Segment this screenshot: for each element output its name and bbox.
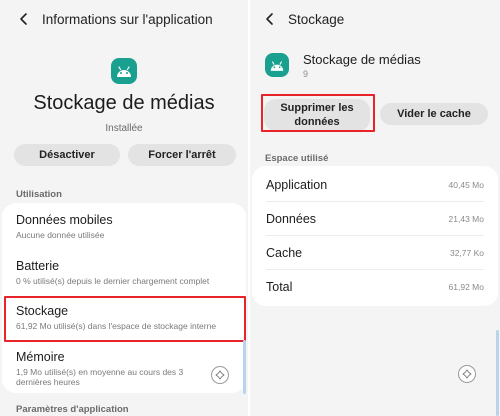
storage-usage-card: Application 40,45 Mo Données 21,43 Mo Ca… [252, 166, 498, 306]
list-item-title: Mémoire [16, 350, 65, 364]
app-status: Installée [105, 123, 143, 134]
storage-row-total: Total 61,92 Mo [266, 270, 484, 304]
scrollbar[interactable] [243, 340, 246, 394]
scrollbar[interactable] [496, 330, 499, 416]
back-arrow-icon[interactable] [12, 7, 36, 31]
storage-row-cache: Cache 32,77 Ko [266, 236, 484, 270]
back-arrow-icon[interactable] [258, 7, 282, 31]
list-item-memory[interactable]: Mémoire 1,9 Mo utilisé(s) en moyenne au … [16, 350, 206, 387]
storage-highlight-box [4, 296, 246, 342]
clear-data-highlight-box [261, 94, 375, 132]
list-item-battery[interactable]: Batterie 0 % utilisé(s) depuis le dernie… [16, 259, 232, 286]
storage-row-data: Données 21,43 Mo [266, 202, 484, 236]
storage-row-value: 61,92 Mo [448, 282, 484, 292]
app-name-heading: Stockage de médias [33, 92, 215, 114]
list-item-subtitle: 1,9 Mo utilisé(s) en moyenne au cours de… [16, 367, 184, 387]
storage-row-value: 32,77 Ko [449, 248, 484, 258]
storage-row-value: 21,43 Mo [448, 214, 484, 224]
storage-row-label: Total [266, 280, 293, 294]
list-item-title: Batterie [16, 259, 60, 273]
usage-section-header: Utilisation [16, 189, 62, 200]
app-info-screen: Informations sur l'application Stockage … [0, 0, 248, 416]
storage-row-label: Application [266, 178, 328, 192]
floating-navigation-icon[interactable] [211, 366, 229, 384]
space-used-section-header: Espace utilisé [265, 153, 329, 164]
storage-screen: Stockage Stockage de médias 9 Supprimer … [250, 0, 500, 416]
clear-cache-button[interactable]: Vider le cache [380, 103, 488, 125]
floating-navigation-icon[interactable] [458, 365, 476, 383]
storage-row-application: Application 40,45 Mo [266, 168, 484, 202]
app-count: 9 [303, 69, 309, 79]
list-item-subtitle: Aucune donnée utilisée [16, 230, 105, 240]
app-info-header: Informations sur l'application [0, 0, 248, 38]
app-name: Stockage de médias [303, 52, 421, 67]
android-app-icon [111, 58, 137, 84]
list-item-subtitle: 0 % utilisé(s) depuis le dernier chargem… [16, 276, 210, 286]
list-item-title: Données mobiles [16, 213, 113, 227]
page-title: Informations sur l'application [42, 11, 213, 27]
storage-header: Stockage [250, 0, 500, 38]
page-title: Stockage [288, 11, 345, 27]
storage-row-label: Données [266, 212, 317, 226]
storage-row-value: 40,45 Mo [448, 180, 484, 190]
list-item-mobile-data[interactable]: Données mobiles Aucune donnée utilisée [16, 213, 232, 240]
storage-row-label: Cache [266, 246, 303, 260]
disable-button[interactable]: Désactiver [14, 144, 120, 166]
force-stop-button[interactable]: Forcer l'arrêt [128, 144, 236, 166]
android-app-icon [265, 53, 289, 77]
app-settings-section-header: Paramètres d'application [16, 404, 129, 415]
